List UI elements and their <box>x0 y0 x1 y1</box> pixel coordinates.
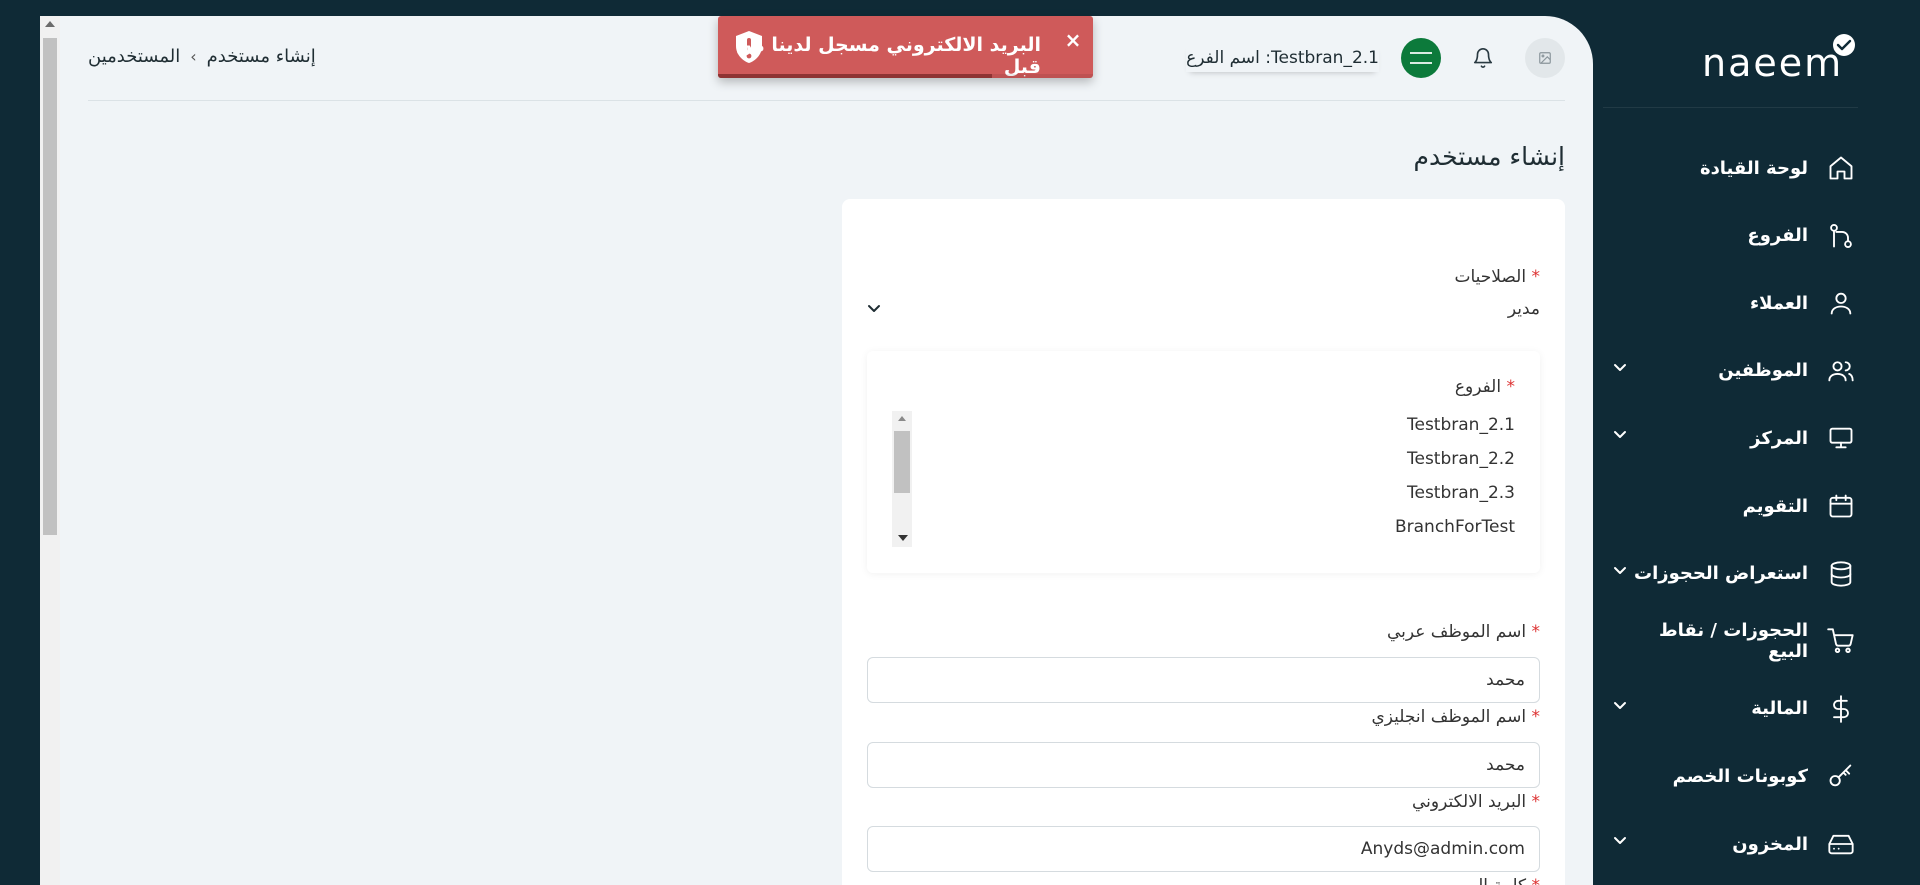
toast-close-button[interactable]: × <box>1063 28 1083 52</box>
header-actions: اسم الفرع :Testbran_2.1 <box>1186 38 1565 78</box>
scroll-down-arrow-icon[interactable] <box>898 535 908 541</box>
breadcrumb: المستخدمين ‹ إنشاء مستخدم <box>88 46 316 67</box>
sidebar-item[interactable]: المخزون <box>1613 824 1858 864</box>
key-icon <box>1824 759 1858 793</box>
branch-option[interactable]: BranchForTest <box>1395 517 1515 537</box>
main-content: المستخدمين ‹ إنشاء مستخدم اسم الفرع :Tes… <box>60 16 1593 885</box>
sidebar-item-label: المالية <box>1751 698 1808 720</box>
toast-progress-bar <box>718 74 1093 78</box>
required-marker: * <box>1531 707 1541 727</box>
sidebar-item-label: استعراض الحجوزات <box>1633 563 1808 585</box>
name-en-label-text: اسم الموظف انجليزي <box>1371 707 1527 727</box>
permissions-label-text: الصلاحيات <box>1454 267 1527 287</box>
saudi-flag-icon <box>1410 52 1432 64</box>
required-marker: * <box>1531 622 1541 642</box>
scrollbar-thumb[interactable] <box>43 38 57 535</box>
branch-name-label[interactable]: اسم الفرع :Testbran_2.1 <box>1186 44 1379 72</box>
chevron-down-icon[interactable] <box>1613 836 1627 846</box>
sidebar-item-label: كوبونات الخصم <box>1672 765 1808 787</box>
monitor-icon <box>1824 421 1858 455</box>
logo-divider <box>1603 107 1858 108</box>
sidebar-item[interactable]: الحجوزات / نقاط البيع <box>1613 620 1858 663</box>
naeem-logo[interactable]: naeem <box>1698 30 1858 90</box>
chevron-down-icon[interactable] <box>1613 566 1627 576</box>
branches-scrollbar[interactable] <box>892 411 912 547</box>
branches-multiselect[interactable]: Testbran_2.1 Testbran_2.2 Testbran_2.3 B… <box>892 411 1515 547</box>
sidebar-item[interactable]: المركز <box>1613 418 1858 458</box>
email-label: * البريد الالكتروني <box>1412 792 1540 812</box>
sidebar-item-label: العملاء <box>1749 292 1808 314</box>
sidebar-item[interactable]: التقويم <box>1613 486 1858 526</box>
create-user-form: * الصلاحيات مدير * الفروع Testbran_2.1 T… <box>842 199 1565 885</box>
bell-icon <box>1473 48 1493 68</box>
branch-option[interactable]: Testbran_2.3 <box>1407 483 1515 503</box>
toast-progress-fill <box>718 74 992 78</box>
cart-icon <box>1824 624 1858 658</box>
name-ar-label: * اسم الموظف عربي <box>1387 622 1540 642</box>
calendar-icon <box>1824 489 1858 523</box>
scroll-up-arrow-icon[interactable] <box>45 21 55 27</box>
svg-text:naeem: naeem <box>1702 41 1843 85</box>
user-avatar[interactable] <box>1525 38 1565 78</box>
hard-drive-icon <box>1824 827 1858 861</box>
notifications-button[interactable] <box>1463 38 1503 78</box>
branches-label: * الفروع <box>1455 377 1515 397</box>
sidebar-item-label: التقويم <box>1742 495 1808 517</box>
email-input[interactable] <box>867 826 1540 872</box>
chevron-down-icon <box>868 305 880 312</box>
branches-label-text: الفروع <box>1454 377 1502 397</box>
name-en-label: * اسم الموظف انجليزي <box>1371 707 1540 727</box>
database-icon <box>1824 557 1858 591</box>
permissions-select[interactable]: مدير <box>867 291 1540 327</box>
sidebar-item[interactable]: المالية <box>1613 689 1858 729</box>
breadcrumb-users-link[interactable]: المستخدمين <box>88 46 180 67</box>
page-scrollbar[interactable] <box>40 16 61 885</box>
sidebar-item[interactable]: الموظفين <box>1613 351 1858 391</box>
scrollbar-thumb[interactable] <box>894 431 910 493</box>
language-flag-button[interactable] <box>1401 38 1441 78</box>
password-label-text: كلمة المرور <box>1442 876 1526 885</box>
image-placeholder-icon <box>1539 52 1551 64</box>
chevron-down-icon[interactable] <box>1613 363 1627 373</box>
email-label-text: البريد الالكتروني <box>1412 792 1527 812</box>
toast-message: البريد الالكتروني مسجل لدينا من قبل <box>735 34 1041 78</box>
scroll-up-arrow-icon[interactable] <box>898 416 906 421</box>
branch-option[interactable]: Testbran_2.2 <box>1407 449 1515 469</box>
page-title: إنشاء مستخدم <box>1413 142 1565 171</box>
branch-option[interactable]: Testbran_2.1 <box>1407 415 1515 435</box>
sidebar-item-label: المخزون <box>1732 833 1808 855</box>
required-marker: * <box>1532 876 1541 885</box>
users-icon <box>1824 354 1858 388</box>
sidebar-item-label: لوحة القيادة <box>1699 157 1808 179</box>
sidebar-item-label: الفروع <box>1747 225 1808 247</box>
home-icon <box>1824 151 1858 185</box>
sidebar-item[interactable]: استعراض الحجوزات <box>1613 554 1858 594</box>
sidebar-item[interactable]: العملاء <box>1613 283 1858 323</box>
chevron-down-icon[interactable] <box>1613 430 1627 440</box>
permissions-selected-value: مدير <box>1507 299 1540 319</box>
branches-section: * الفروع Testbran_2.1 Testbran_2.2 Testb… <box>867 351 1540 573</box>
git-branch-icon <box>1824 219 1858 253</box>
dollar-icon <box>1824 692 1858 726</box>
name-ar-label-text: اسم الموظف عربي <box>1386 622 1527 642</box>
employee-name-ar-input[interactable] <box>867 657 1540 703</box>
breadcrumb-current: إنشاء مستخدم <box>206 46 316 67</box>
sidebar-item-label: الموظفين <box>1718 360 1808 382</box>
required-marker: * <box>1531 792 1541 812</box>
error-toast: البريد الالكتروني مسجل لدينا من قبل × <box>718 16 1093 78</box>
chevron-down-icon[interactable] <box>1613 701 1627 711</box>
employee-name-en-input[interactable] <box>867 742 1540 788</box>
user-icon <box>1824 286 1858 320</box>
sidebar-item[interactable]: كوبونات الخصم <box>1613 756 1858 796</box>
sidebar-item[interactable]: لوحة القيادة <box>1613 148 1858 188</box>
permissions-label: * الصلاحيات <box>1454 267 1540 287</box>
sidebar-item-label: الحجوزات / نقاط البيع <box>1658 620 1809 663</box>
breadcrumb-separator-icon: ‹ <box>190 47 197 66</box>
required-marker: * <box>1531 267 1541 287</box>
sidebar-item[interactable]: الفروع <box>1613 216 1858 256</box>
sidebar-item-label: المركز <box>1750 427 1808 449</box>
required-marker: * <box>1506 377 1516 397</box>
password-label: * كلمة المرور <box>1442 876 1540 885</box>
sidebar: naeem لوحة القيادة الفروع العملاء الموظفين ا… <box>1593 0 1920 885</box>
